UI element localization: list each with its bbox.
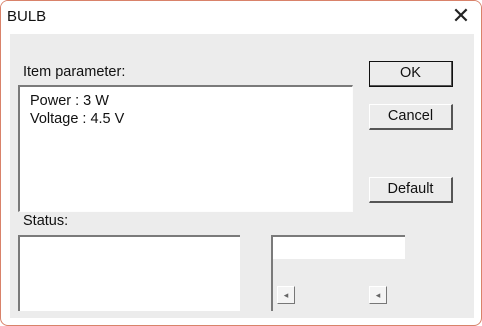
ok-button[interactable]: OK: [369, 61, 453, 87]
bulb-dialog: BULB ✕ Item parameter: Power : 3 W Volta…: [0, 0, 482, 326]
window-title: BULB: [7, 8, 47, 25]
item-parameter-box[interactable]: Power : 3 W Voltage : 4.5 V: [18, 85, 353, 212]
item-parameter-label: Item parameter:: [23, 64, 126, 80]
cancel-button[interactable]: Cancel: [369, 104, 453, 130]
close-icon[interactable]: ✕: [449, 5, 473, 29]
title-bar: BULB ✕: [1, 1, 481, 31]
scroll-left-icon[interactable]: ◂: [277, 286, 295, 304]
status-label: Status:: [23, 213, 69, 229]
param-power: Power : 3 W: [30, 93, 109, 109]
param-voltage: Voltage : 4.5 V: [30, 111, 125, 127]
default-button[interactable]: Default: [369, 177, 453, 203]
status-box-left: [18, 235, 240, 311]
scroll-right-icon[interactable]: ◂: [369, 286, 387, 304]
